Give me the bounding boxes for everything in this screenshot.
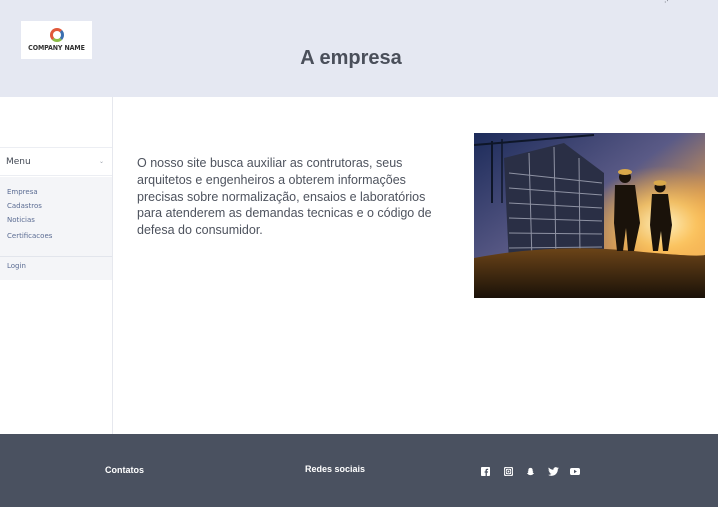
- sidebar-item-noticias[interactable]: Noticias: [7, 216, 35, 224]
- corner-mark: ·': [664, 0, 669, 7]
- twitter-icon[interactable]: [548, 467, 559, 476]
- page-title: A empresa: [300, 47, 402, 69]
- sidebar: Menu ⌄ Empresa Cadastros Noticias Certif…: [0, 97, 113, 434]
- construction-photo: [474, 133, 705, 298]
- menu-label: Menu: [6, 156, 31, 167]
- footer-social-heading: Redes sociais: [305, 464, 366, 474]
- intro-text: O nosso site busca auxiliar as contrutor…: [137, 156, 432, 238]
- construction-photo-image: [474, 133, 705, 298]
- header: COMPANY NAME A empresa ·': [0, 0, 718, 97]
- chevron-down-icon: ⌄: [98, 158, 104, 165]
- sidebar-item-certificacoes[interactable]: Certificacoes: [7, 232, 52, 240]
- logo-mark-icon: [49, 28, 64, 42]
- youtube-icon[interactable]: [570, 467, 580, 476]
- facebook-icon[interactable]: [481, 467, 490, 476]
- sidebar-item-empresa[interactable]: Empresa: [7, 188, 38, 196]
- menu-divider: [0, 256, 112, 257]
- sidebar-item-cadastros[interactable]: Cadastros: [7, 202, 42, 210]
- menu-panel: Empresa Cadastros Noticias Certificacoes…: [0, 177, 112, 280]
- menu-toggle[interactable]: Menu ⌄: [0, 147, 112, 176]
- sidebar-item-login[interactable]: Login: [7, 262, 26, 270]
- instagram-icon[interactable]: [504, 467, 513, 476]
- footer: Contatos Redes sociais: [0, 434, 718, 507]
- snapchat-icon[interactable]: [526, 467, 535, 476]
- footer-contacts-heading: Contatos: [105, 465, 144, 475]
